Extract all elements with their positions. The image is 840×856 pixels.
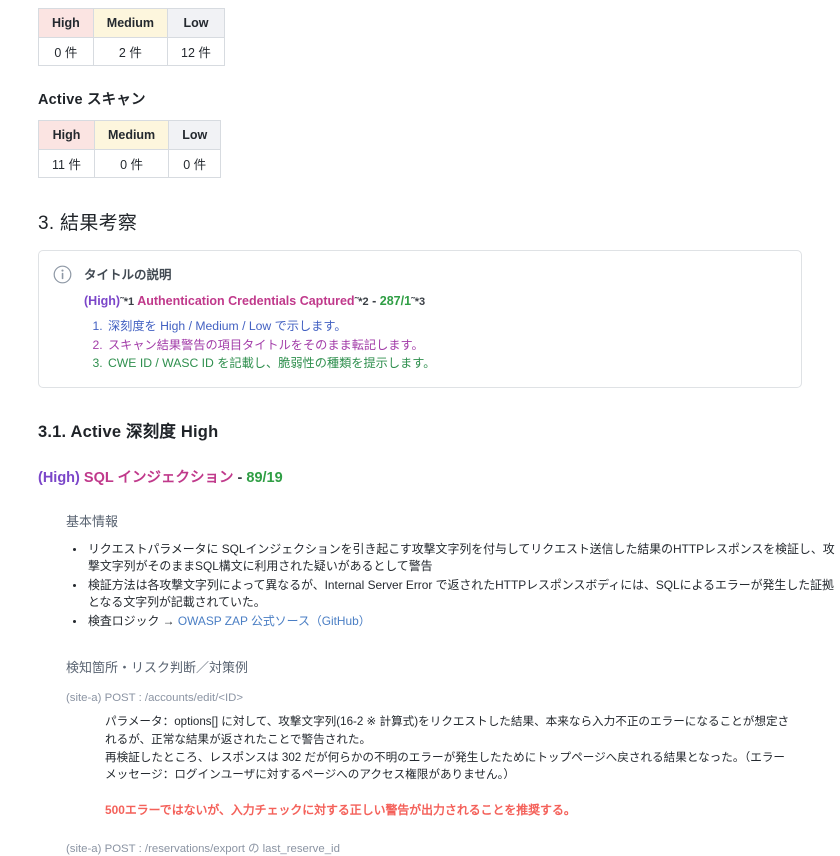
inspection-logic-label: 検査ロジック → [88,613,175,628]
header-low: Low [168,120,222,150]
list-item: CWE ID / WASC ID を記載し、脆弱性の種類を提示します。 [106,354,787,373]
header-medium: Medium [92,8,169,38]
table-row: 11 件 0 件 0 件 [38,149,222,178]
header-medium: Medium [93,120,170,150]
vuln-separator: - [237,469,243,486]
header-low: Low [167,8,225,38]
header-high: High [38,120,95,150]
value-high: 11 件 [38,149,95,178]
value-low: 0 件 [168,149,222,178]
example-title: Authentication Credentials Captured [137,294,355,308]
vulnerability-title: (High) SQL インジェクション - 89/19 [38,466,840,487]
basic-info-heading: 基本情報 [66,513,119,529]
endpoint-label: (site-a) POST : /accounts/edit/<ID> [66,692,244,705]
list-item: スキャン結果警告の項目タイトルをそのまま転記します。 [106,336,787,355]
active-scan-table-wrapper: High Medium Low 11 件 0 件 0 件 [0,117,840,178]
example-marker-2: ˜*2 [354,296,369,308]
section-3-heading: 3. 結果考察 [38,213,138,234]
table-row: 0 件 2 件 12 件 [38,37,225,66]
vuln-name: SQL インジェクション [83,469,234,486]
title-explanation-callout: タイトルの説明 (High)˜*1 Authentication Credent… [38,250,802,388]
endpoint-label: (site-a) POST : /reservations/export の l… [66,843,340,856]
report-page: High Medium Low 0 件 2 件 12 件 Active スキャン… [0,0,840,855]
passive-scan-table: High Medium Low 0 件 2 件 12 件 [38,8,225,66]
callout-body: タイトルの説明 (High)˜*1 Authentication Credent… [84,264,787,373]
owasp-zap-source-link[interactable]: OWASP ZAP 公式ソース（GitHub） [178,614,371,628]
active-scan-table: High Medium Low 11 件 0 件 0 件 [38,120,222,178]
table-header-row: High Medium Low [38,120,222,150]
recommendation-text: 500エラーではないが、入力チェックに対する正しい警告が出力されることを推奨する… [105,803,576,818]
list-item: リクエストパラメータに SQLインジェクションを引き起こす攻撃文字列を付与してリ… [86,541,840,576]
list-item: 深刻度を High / Medium / Low で示します。 [106,317,787,336]
callout-explanation-list: 深刻度を High / Medium / Low で示します。 スキャン結果警告… [84,317,787,373]
detection-detail-text: パラメータ：options[] に対して、攻撃文字列(16-2 ※ 計算式)をリ… [105,715,790,782]
vuln-severity: (High) [38,469,80,486]
header-high: High [38,8,94,38]
value-medium: 2 件 [92,37,169,66]
value-high: 0 件 [38,37,94,66]
callout-example-line: (High)˜*1 Authentication Credentials Cap… [84,294,787,308]
example-separator: - [372,294,377,308]
section-3-1-heading: 3.1. Active 深刻度 High [38,422,219,441]
passive-scan-table-wrapper: High Medium Low 0 件 2 件 12 件 [0,0,840,66]
list-item: 検査ロジック → OWASP ZAP 公式ソース（GitHub） [86,613,840,631]
active-scan-title: Active スキャン [38,92,146,108]
info-icon [53,265,72,284]
vuln-ids: 89/19 [246,469,283,486]
list-item: 検証方法は各攻撃文字列によって異なるが、Internal Server Erro… [86,577,840,612]
basic-info-list: リクエストパラメータに SQLインジェクションを引き起こす攻撃文字列を付与してリ… [0,541,840,631]
value-medium: 0 件 [93,149,170,178]
table-header-row: High Medium Low [38,8,225,38]
example-marker-1: ˜*1 [120,296,135,308]
example-ids: 287/1 [379,294,412,308]
example-marker-3: ˜*3 [411,296,426,308]
value-low: 12 件 [167,37,225,66]
detection-heading: 検知箇所・リスク判断／対策例 [66,660,249,676]
example-severity: (High) [84,294,121,308]
callout-title: タイトルの説明 [84,268,172,282]
